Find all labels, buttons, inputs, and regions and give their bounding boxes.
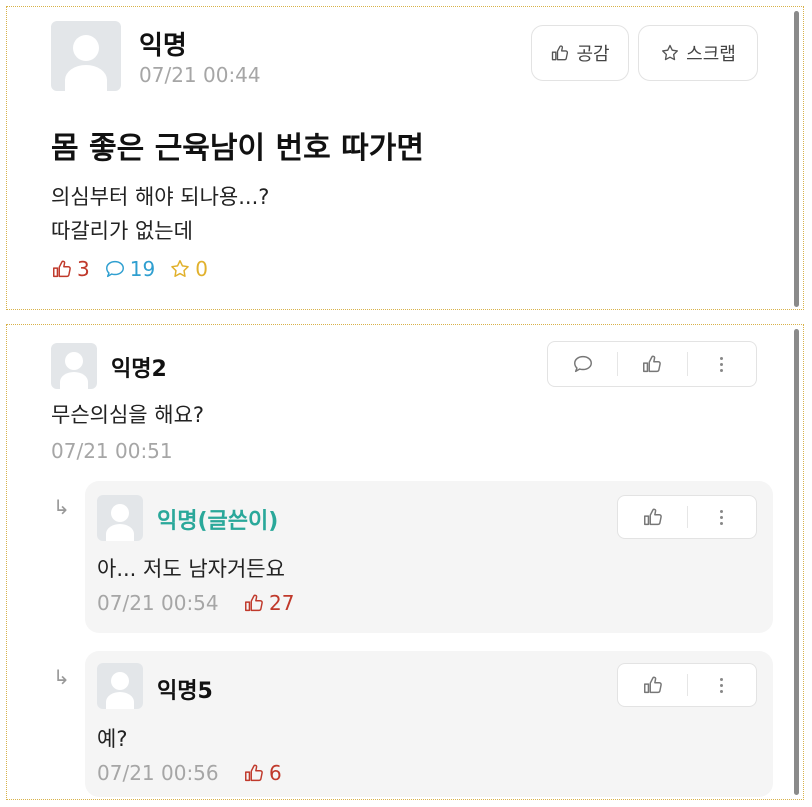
scrap-button-label: 스크랩 — [686, 44, 736, 65]
thumb-up-icon — [643, 508, 662, 526]
reply-text: 예? — [97, 727, 128, 751]
reply-arrow-icon: ↳ — [53, 665, 70, 689]
comment-icon — [105, 260, 124, 278]
star-icon — [662, 44, 679, 61]
thumb-up-icon — [643, 355, 661, 373]
post-like-count: 3 — [51, 257, 90, 281]
comment-reply-button[interactable] — [548, 342, 617, 386]
thumb-up-icon — [245, 764, 263, 782]
comment-actions — [547, 341, 757, 387]
reply-item: 익명(글쓴이) 아... 저도 남자거든요 07/21 00:54 27 — [85, 481, 773, 633]
reply-time: 07/21 00:54 — [97, 591, 219, 615]
comment-icon — [573, 355, 592, 373]
reply-time: 07/21 00:56 — [97, 761, 219, 785]
scrollbar[interactable] — [794, 329, 799, 795]
post-time: 07/21 00:44 — [139, 63, 261, 87]
reply-text: 아... 저도 남자거든요 — [97, 557, 285, 581]
post-stats: 3 19 0 — [51, 257, 222, 281]
reply-like-count: 27 — [243, 591, 294, 615]
post-author: 익명 — [139, 31, 187, 61]
more-icon — [720, 677, 723, 693]
reply-more-button[interactable] — [687, 496, 756, 538]
comment-avatar — [51, 343, 97, 389]
thumb-up-icon — [552, 45, 569, 61]
reply-author: 익명5 — [157, 679, 213, 704]
like-button[interactable]: 공감 — [531, 25, 629, 81]
more-icon — [719, 356, 723, 372]
post-comment-count: 19 — [104, 257, 155, 281]
post-scrap-count: 0 — [169, 257, 208, 281]
comment-more-button[interactable] — [686, 342, 756, 386]
reply-avatar — [97, 663, 143, 709]
star-icon — [171, 260, 189, 277]
scrap-button[interactable]: 스크랩 — [638, 25, 758, 81]
post-body-line1: 의심부터 해야 되나용...? — [51, 185, 270, 209]
comment-like-button[interactable] — [617, 342, 686, 386]
reply-like-button[interactable] — [618, 664, 687, 706]
post-avatar — [51, 21, 121, 91]
post-title: 몸 좋은 근육남이 번호 따가면 — [51, 131, 424, 166]
comment-text: 무슨의심을 해요? — [51, 403, 205, 427]
reply-author-writer: 익명(글쓴이) — [157, 509, 279, 534]
post-panel: 익명 07/21 00:44 공감 스크랩 몸 좋은 근육남이 번호 따가면 의… — [6, 6, 804, 310]
thumb-up-icon — [53, 260, 71, 278]
thumb-up-icon — [643, 676, 662, 694]
reply-actions — [617, 663, 757, 707]
thumb-up-icon — [245, 594, 263, 612]
post-body-line2: 따갈리가 없는데 — [51, 219, 193, 243]
reply-avatar — [97, 495, 143, 541]
reply-item: 익명5 예? 07/21 00:56 6 — [85, 651, 773, 797]
reply-like-count: 6 — [243, 761, 282, 785]
comments-panel: 익명2 무슨의심을 해요? 07/21 00:51 ↳ 익명(글쓴이) 아...… — [6, 324, 804, 800]
comment-time: 07/21 00:51 — [51, 439, 173, 463]
comment-author: 익명2 — [111, 357, 167, 382]
like-button-label: 공감 — [576, 44, 610, 65]
more-icon — [720, 509, 723, 525]
reply-more-button[interactable] — [687, 664, 756, 706]
scrollbar[interactable] — [794, 11, 799, 307]
reply-arrow-icon: ↳ — [53, 495, 70, 519]
reply-actions — [617, 495, 757, 539]
reply-like-button[interactable] — [618, 496, 687, 538]
